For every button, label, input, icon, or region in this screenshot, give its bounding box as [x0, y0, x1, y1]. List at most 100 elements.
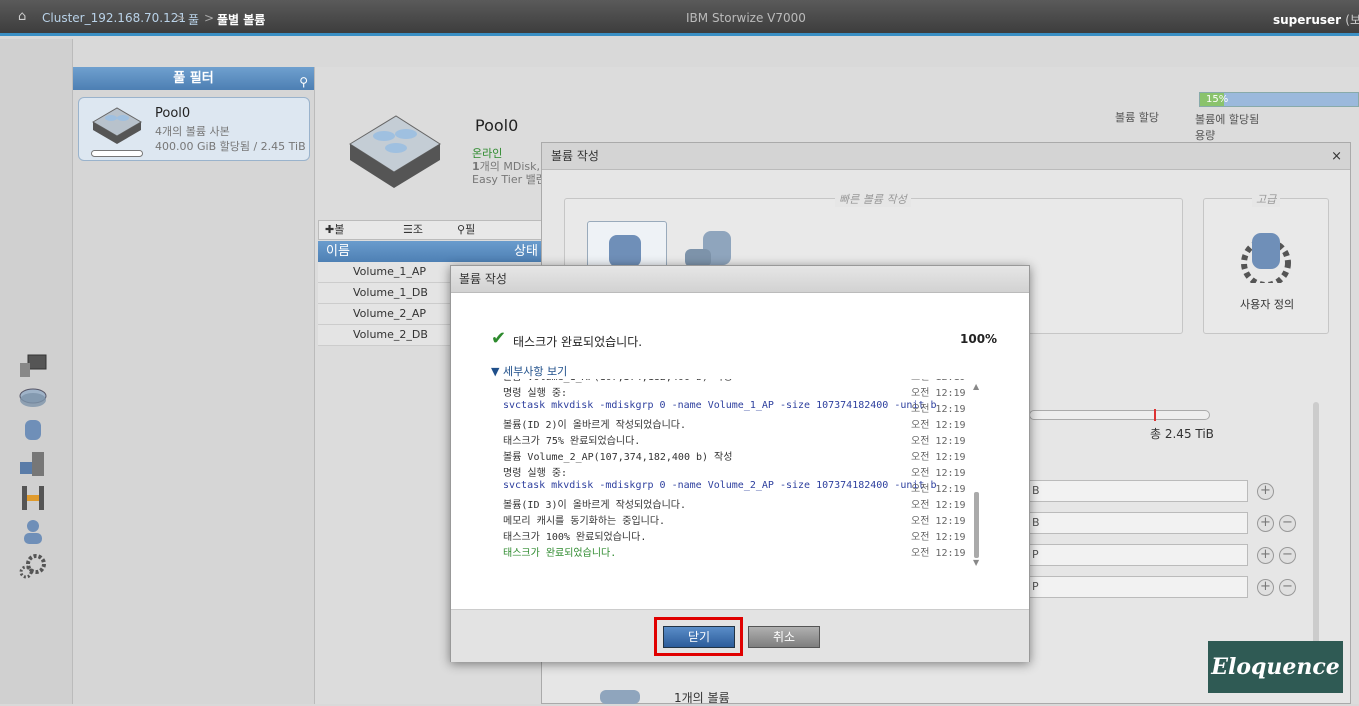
pool-filter-panel: 풀 필터 ⚲ Pool0 4개의 볼륨 사본 400.00 GiB 할당됨 / …: [73, 67, 315, 704]
wizard-header: 볼륨 작성 ×: [542, 143, 1350, 170]
wizard-title: 볼륨 작성: [551, 149, 599, 163]
log-time: 오전 12:19: [911, 468, 966, 479]
top-bar: ⌂ Cluster_192.168.70.121 > 풀 > 풀별 볼륨 IBM…: [0, 0, 1359, 36]
advanced-group: 고급 사용자 정의: [1203, 191, 1329, 334]
add-row-icon[interactable]: +: [1257, 547, 1274, 564]
advanced-legend: 고급: [1252, 191, 1281, 207]
log-text: 태스크가 100% 완료되었습니다.: [503, 532, 647, 543]
details-toggle-label: 세부사항 보기: [502, 365, 568, 378]
remove-row-icon[interactable]: −: [1279, 579, 1296, 596]
pool-list-item[interactable]: Pool0 4개의 볼륨 사본 400.00 GiB 할당됨 / 2.45 Ti…: [78, 97, 310, 161]
capacity-marker: [1154, 409, 1156, 421]
user-role: (보안: [1345, 13, 1359, 27]
volume-name-field[interactable]: P: [1029, 576, 1248, 598]
add-row-icon[interactable]: +: [1257, 515, 1274, 532]
volume-name-field[interactable]: B: [1029, 480, 1248, 502]
search-icon[interactable]: ⚲: [299, 71, 308, 94]
total-capacity: 총 2.45 TiB: [1150, 427, 1214, 441]
pool-allocation: 400.00 GiB 할당됨 / 2.45 TiB: [155, 140, 306, 153]
volume-icon: [600, 690, 640, 704]
actions-button[interactable]: ☰ 조치: [403, 221, 423, 254]
cancel-button[interactable]: 취소: [748, 626, 820, 648]
remove-row-icon[interactable]: −: [1279, 547, 1296, 564]
home-icon[interactable]: ⌂: [18, 10, 32, 24]
filter-button[interactable]: ⚲ 필터: [457, 221, 475, 254]
settings-icon[interactable]: [18, 552, 48, 580]
hosts-icon[interactable]: [18, 450, 48, 478]
volume-name: Volume_2_DB: [353, 328, 428, 341]
log-time: 오전 12:19: [911, 548, 966, 559]
volume-name: Volume_2_AP: [353, 307, 427, 320]
quick-create-legend: 빠른 볼륨 작성: [835, 191, 911, 207]
monitor-icon[interactable]: [18, 353, 48, 381]
capacity-label: 용량: [1195, 129, 1216, 142]
log-time: 오전 12:19: [911, 436, 966, 447]
log-scroll-thumb[interactable]: [974, 492, 979, 558]
left-navigation: [0, 39, 73, 704]
add-row-icon[interactable]: +: [1257, 579, 1274, 596]
log-line: 태스크가 100% 완료되었습니다. 오전 12:19: [503, 528, 973, 544]
column-name[interactable]: 이름: [326, 241, 350, 262]
column-status[interactable]: 상태: [514, 241, 538, 262]
close-icon[interactable]: ×: [1331, 143, 1342, 170]
log-scrollbar[interactable]: ▲ ▼: [973, 382, 980, 568]
scroll-down-icon[interactable]: ▼: [973, 558, 979, 567]
progress-percent: 100%: [960, 332, 998, 346]
log-line: svctask mkvdisk -mdiskgrp 0 -name Volume…: [503, 400, 973, 416]
volume-toolbar: ✚ 볼륨 작성 ☰ 조치 ⚲ 필터: [318, 220, 548, 290]
breadcrumb-separator: >: [204, 11, 215, 25]
log-line: svctask mkvdisk -mdiskgrp 0 -name Volume…: [503, 480, 973, 496]
log-line: 태스크가 75% 완료되었습니다. 오전 12:19: [503, 432, 973, 448]
user-name[interactable]: superuser (보안: [1273, 11, 1359, 28]
breadcrumb-cluster[interactable]: Cluster_192.168.70.121: [42, 11, 186, 25]
volumes-icon[interactable]: [18, 416, 48, 444]
log-line: 볼륨 Volume_2_AP(107,374,182,400 b) 작성 오전 1…: [503, 448, 973, 464]
log-text: 태스크가 완료되었습니다.: [503, 548, 617, 559]
volume-count: 1개의 볼륨: [674, 691, 730, 705]
breadcrumb-separator: >: [175, 11, 186, 25]
copy-services-icon[interactable]: [18, 484, 48, 512]
dialog-footer: 닫기 취소: [451, 609, 1029, 662]
log-line: 명령 실행 중: 오전 12:19: [503, 384, 973, 400]
log-time: 오전 12:19: [911, 516, 966, 527]
create-volume-button[interactable]: ✚ 볼륨 작성: [325, 221, 344, 290]
pool-easy-tier: Easy Tier 밸런: [472, 173, 546, 186]
pools-icon[interactable]: [18, 384, 48, 412]
breadcrumb-current: 풀별 볼륨: [217, 13, 266, 27]
volume-name-field[interactable]: P: [1029, 544, 1248, 566]
volume-name: Volume_1_AP: [353, 265, 427, 278]
allocation-bar: 15%: [1199, 92, 1359, 107]
log-time: 오전 12:19: [911, 452, 966, 463]
close-button[interactable]: 닫기: [663, 626, 735, 648]
watermark-logo: Eloquence: [1208, 641, 1343, 693]
log-time: 오전 12:19: [911, 404, 966, 415]
log-time: 오전 12:19: [911, 420, 966, 431]
pool-filter-header: 풀 필터 ⚲: [73, 67, 314, 90]
app-title: IBM Storwize V7000: [686, 11, 806, 25]
details-toggle[interactable]: ▼ 세부사항 보기: [491, 363, 567, 379]
volume-name: Volume_1_DB: [353, 286, 428, 299]
log-text: 태스크가 75% 완료되었습니다.: [503, 436, 641, 447]
log-text: svctask mkvdisk -mdiskgrp 0 -name Volume…: [503, 480, 937, 491]
log-line: 메모리 캐시를 동기화하는 중입니다. 오전 12:19: [503, 512, 973, 528]
log-line: 태스크가 완료되었습니다. 오전 12:19: [503, 544, 973, 560]
capacity-slider[interactable]: [1029, 409, 1210, 421]
access-icon[interactable]: [18, 518, 48, 546]
scroll-up-icon[interactable]: ▲: [973, 382, 979, 391]
thin-preset-icon[interactable]: [683, 229, 735, 269]
log-line: 볼륨(ID 2)이 올바르게 작성되었습니다. 오전 12:19: [503, 416, 973, 432]
expand-icon: ▼: [491, 365, 500, 378]
volume-table-header: 이름 상태: [318, 241, 548, 262]
custom-preset-icon[interactable]: [1236, 227, 1296, 283]
add-row-icon[interactable]: +: [1257, 483, 1274, 500]
remove-row-icon[interactable]: −: [1279, 515, 1296, 532]
volume-preset-icon: [609, 235, 641, 267]
pool-large-icon: [349, 115, 441, 188]
user-label: superuser: [1273, 13, 1342, 27]
log-line: 명령 실행 중: 오전 12:19: [503, 464, 973, 480]
check-icon: ✔: [491, 328, 507, 349]
pool-usage-bar: [91, 150, 143, 157]
pool-copies: 4개의 볼륨 사본: [155, 125, 230, 138]
volume-name-field[interactable]: B: [1029, 512, 1248, 534]
breadcrumb-pools[interactable]: 풀: [188, 11, 199, 28]
